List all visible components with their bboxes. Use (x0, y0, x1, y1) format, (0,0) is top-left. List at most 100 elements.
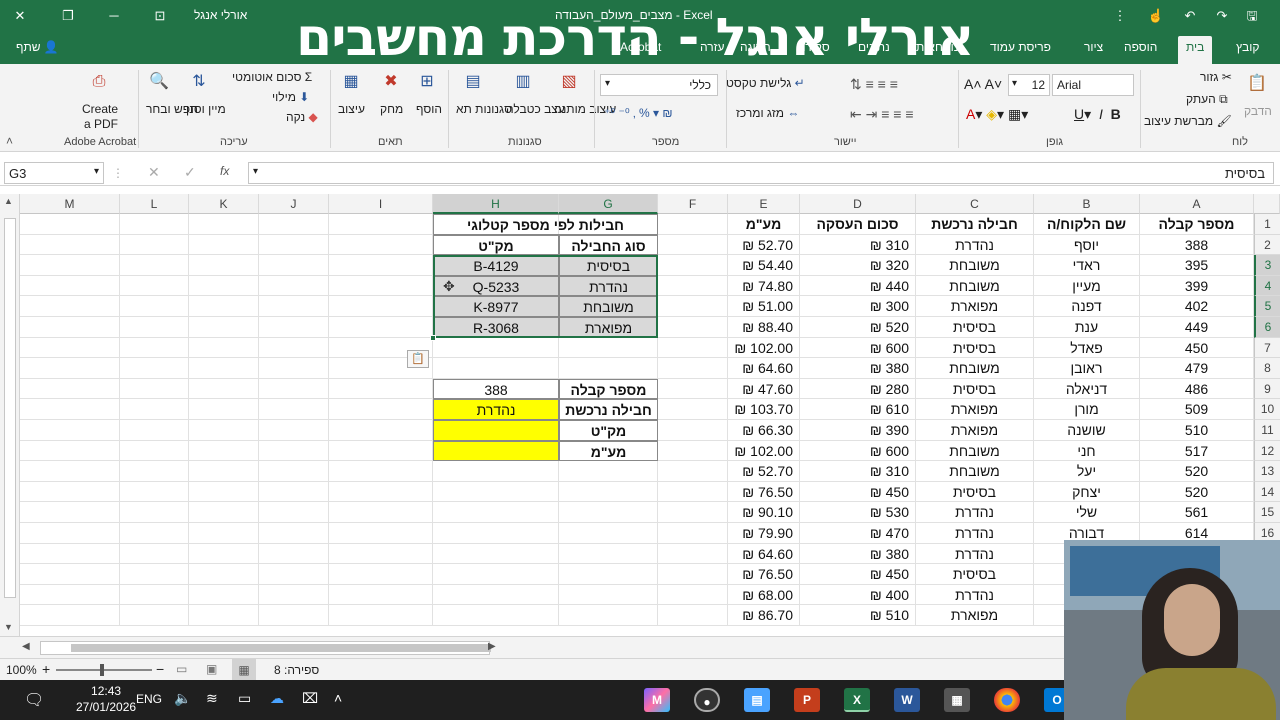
grid-cell[interactable] (259, 481, 329, 503)
lookup-label[interactable]: חבילה נרכשת (559, 399, 658, 420)
scroll-up-icon[interactable]: ▲ (4, 196, 13, 206)
table-cell[interactable]: ₪ 400 (800, 584, 916, 606)
grid-cell[interactable] (559, 358, 658, 379)
scroll-right-icon[interactable]: ▶ (488, 641, 496, 652)
zoom-in-icon[interactable]: + (42, 661, 50, 677)
table-cell[interactable]: ₪ 450 (800, 564, 916, 585)
scrollbar-thumb[interactable] (71, 644, 491, 652)
table-cell[interactable]: בסיסית (916, 378, 1034, 400)
table-cell[interactable]: ₪ 600 (800, 440, 916, 462)
grid-cell[interactable] (189, 440, 259, 462)
excel-icon[interactable]: X (844, 688, 870, 712)
grid-cell[interactable] (120, 214, 189, 235)
calculator-icon[interactable]: ▦ (944, 688, 970, 712)
grid-cell[interactable] (329, 399, 433, 420)
grid-cell[interactable] (20, 337, 120, 359)
grid-cell[interactable] (189, 234, 259, 256)
grid-cell[interactable] (189, 481, 259, 503)
table-cell[interactable]: 402 (1140, 296, 1254, 317)
cut-button[interactable]: גזור ✂ (1200, 70, 1232, 84)
grid-cell[interactable] (658, 440, 728, 462)
table-cell[interactable]: ₪ 64.60 (728, 358, 800, 379)
share-button[interactable]: שתף 👤 (16, 40, 59, 54)
scroll-down-icon[interactable]: ▼ (4, 622, 13, 632)
formula-input[interactable]: ▾ בסיסית (248, 162, 1274, 184)
table-cell[interactable]: ₪ 54.40 (728, 255, 800, 276)
lookup-value[interactable]: 388 (433, 378, 559, 400)
table-cell[interactable]: 395 (1140, 255, 1254, 276)
grid-cell[interactable] (559, 502, 658, 523)
grid-cell[interactable] (20, 255, 120, 276)
column-header-l[interactable]: L (120, 194, 189, 214)
copy-button[interactable]: העתק ⧉ (1186, 92, 1228, 107)
grid-cell[interactable] (259, 584, 329, 606)
table-cell[interactable]: מעיין (1034, 275, 1140, 297)
table-cell[interactable]: ₪ 300 (800, 296, 916, 317)
grid-cell[interactable] (658, 296, 728, 317)
grid-cell[interactable] (20, 605, 120, 626)
font-style-icons[interactable]: U▾ I B (1074, 106, 1121, 123)
grid-cell[interactable] (559, 461, 658, 482)
table-cell[interactable]: ₪ 52.70 (728, 234, 800, 256)
grid-cell[interactable] (189, 255, 259, 276)
number-format-icons[interactable]: ⁺⁰ ⁻⁰ ‚ % ▾ ₪ (604, 106, 673, 120)
row-header-6[interactable]: 6 (1254, 317, 1280, 338)
tab-draw[interactable]: ציור (1084, 40, 1103, 54)
grid-cell[interactable] (20, 378, 120, 400)
grid-cell[interactable] (329, 420, 433, 441)
insert-button[interactable]: הוסף (416, 102, 442, 116)
table-header-cell[interactable]: שם הלקוח/ה (1034, 214, 1140, 235)
page-break-view-icon[interactable]: ▭ (176, 662, 187, 676)
column-header-f[interactable]: F (658, 194, 728, 214)
grid-cell[interactable] (120, 440, 189, 462)
grid-cell[interactable] (259, 420, 329, 441)
table-cell[interactable]: ₪ 103.70 (728, 399, 800, 420)
table-cell[interactable]: ₪ 74.80 (728, 275, 800, 297)
touch-mode-icon[interactable]: ☝ (1146, 6, 1166, 26)
table-cell[interactable]: דפנה (1034, 296, 1140, 317)
grid-cell[interactable] (189, 296, 259, 317)
table-cell[interactable]: 388 (1140, 234, 1254, 256)
row-header-15[interactable]: 15 (1254, 502, 1280, 523)
grid-cell[interactable] (20, 461, 120, 482)
table-cell[interactable]: ₪ 66.30 (728, 420, 800, 441)
table-cell[interactable]: ₪ 79.90 (728, 523, 800, 544)
table-cell[interactable]: ₪ 450 (800, 481, 916, 503)
column-header-b[interactable]: B (1034, 194, 1140, 214)
grid-cell[interactable] (20, 234, 120, 256)
wrap-text-button[interactable]: גלישת טקסט ↵ (726, 76, 805, 90)
grid-cell[interactable] (259, 275, 329, 297)
paste-options-icon[interactable]: 📋 (407, 349, 429, 368)
grid-cell[interactable] (120, 337, 189, 359)
table-cell[interactable]: חני (1034, 440, 1140, 462)
scrollbar-thumb[interactable] (4, 218, 16, 598)
table-cell[interactable]: בסיסית (916, 481, 1034, 503)
table-cell[interactable]: בסיסית (916, 317, 1034, 338)
row-header-1[interactable]: 1 (1254, 214, 1280, 235)
grid-cell[interactable] (20, 523, 120, 544)
lookup-value[interactable]: נהדרת (433, 399, 559, 420)
table-cell[interactable]: ₪ 470 (800, 523, 916, 544)
language-indicator[interactable]: ENG (136, 692, 162, 706)
grid-cell[interactable] (189, 214, 259, 235)
lookup-value[interactable] (433, 420, 559, 441)
lookup-label[interactable]: מע"מ (559, 440, 658, 462)
grid-cell[interactable] (120, 296, 189, 317)
grid-cell[interactable] (189, 584, 259, 606)
table-cell[interactable]: מפוארת (916, 296, 1034, 317)
table-cell[interactable]: ₪ 380 (800, 358, 916, 379)
table-cell[interactable]: ₪ 520 (800, 317, 916, 338)
grid-cell[interactable] (329, 275, 433, 297)
grid-cell[interactable] (20, 584, 120, 606)
grid-cell[interactable] (259, 317, 329, 338)
fill-handle[interactable] (430, 334, 436, 341)
row-header-4[interactable]: 4 (1254, 275, 1280, 297)
table-cell[interactable]: משובחת (916, 461, 1034, 482)
grid-cell[interactable] (329, 605, 433, 626)
grid-cell[interactable] (559, 481, 658, 503)
lookup-label[interactable]: מק"ט (559, 420, 658, 441)
grid-cell[interactable] (120, 523, 189, 544)
catalog-cell-type[interactable]: בסיסית (559, 255, 658, 276)
grid-cell[interactable] (433, 523, 559, 544)
word-icon[interactable]: W (894, 688, 920, 712)
